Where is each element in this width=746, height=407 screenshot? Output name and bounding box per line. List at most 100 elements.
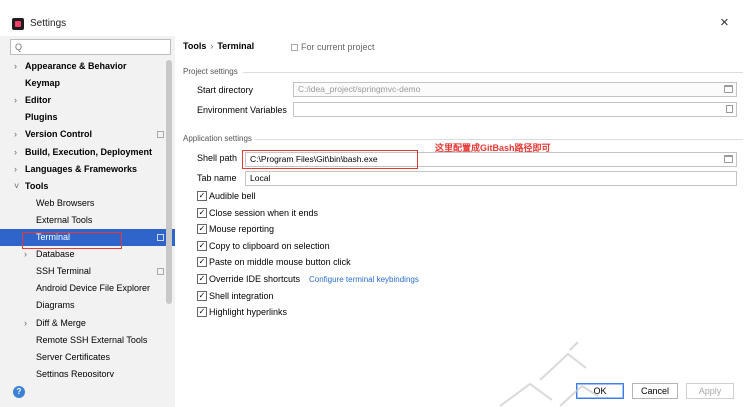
environment-variables-field[interactable] (293, 102, 737, 117)
sidebar-item-label: Build, Execution, Deployment (25, 146, 153, 157)
watermark-graphic (499, 341, 599, 407)
project-scope-icon (157, 234, 164, 241)
shell-integration-label[interactable]: Shell integration (209, 289, 274, 304)
sidebar-item-label: Web Browsers (36, 197, 95, 208)
breadcrumb-parent[interactable]: Tools (183, 41, 206, 51)
shell-integration-checkbox[interactable]: ✓ (197, 290, 207, 301)
audible-bell-label[interactable]: Audible bell (209, 189, 256, 204)
sidebar-item-diagrams[interactable]: Diagrams (0, 297, 175, 314)
help-icon[interactable]: ? (13, 386, 25, 398)
terminal-settings-panel: Tools › Terminal For current project Proje… (175, 36, 746, 377)
override-ide-shortcuts-label[interactable]: Override IDE shortcuts (209, 272, 300, 287)
project-scope-icon (157, 268, 164, 276)
project-settings-title: Project settings (183, 67, 238, 76)
sidebar-item-plugins[interactable]: Plugins (0, 109, 175, 126)
tab-name-value: Local (250, 173, 271, 183)
chevron-down-icon[interactable]: ˅ (14, 178, 19, 195)
sidebar-item-build-execution-deployment[interactable]: › Build, Execution, Deployment (0, 144, 175, 161)
override-ide-shortcuts-checkbox[interactable]: ✓ (197, 274, 207, 284)
chevron-right-icon[interactable]: › (14, 144, 17, 161)
sidebar-item-editor[interactable]: › Editor (0, 92, 175, 109)
sidebar-item-appearance-behavior[interactable]: › Appearance & Behavior (0, 58, 175, 75)
sidebar-item-label: Settings Repository (36, 368, 115, 377)
sidebar-item-label: Diff & Merge (36, 317, 86, 328)
sidebar-item-label: Tools (25, 180, 49, 191)
tab-name-label: Tab name (197, 173, 237, 183)
sidebar-item-label: Android Device File Explorer (36, 283, 151, 294)
breadcrumb: Tools › Terminal (183, 41, 254, 51)
sidebar-item-label: External Tools (36, 214, 93, 225)
chevron-right-icon[interactable]: › (14, 161, 17, 178)
scope-indicator: For current project (291, 42, 375, 52)
sidebar-item-label: Remote SSH External Tools (36, 334, 148, 345)
sidebar-item-label: Languages & Frameworks (25, 163, 138, 174)
edit-variables-icon[interactable] (726, 105, 733, 113)
chevron-right-icon[interactable]: › (14, 58, 17, 75)
sidebar-item-server-certificates[interactable]: Server Certificates (0, 349, 175, 366)
sidebar-item-keymap[interactable]: Keymap (0, 75, 175, 92)
tab-name-field[interactable]: Local (245, 171, 737, 186)
terminal-highlight-box (22, 232, 122, 249)
sidebar-item-tools[interactable]: ˅ Tools (0, 178, 175, 195)
highlight-hyperlinks-checkbox[interactable]: ✓ (197, 307, 207, 318)
breadcrumb-separator: › (210, 41, 214, 51)
scope-label: For current project (301, 42, 375, 52)
sidebar-item-android-device-file-explorer[interactable]: Android Device File Explorer (0, 280, 175, 297)
application-settings-divider (255, 139, 743, 140)
chevron-right-icon[interactable]: › (14, 92, 17, 109)
search-input[interactable]: Q (10, 39, 171, 55)
folder-icon[interactable] (724, 85, 733, 93)
paste-on-middle-mouse-button-click-checkbox[interactable]: ✓ (197, 257, 207, 268)
close-session-when-it-ends-label[interactable]: Close session when it ends (209, 206, 318, 221)
sidebar-item-label: Plugins (25, 112, 58, 123)
search-icon: Q (15, 42, 23, 52)
breadcrumb-current: Terminal (217, 41, 255, 51)
project-scope-icon (157, 131, 164, 139)
close-icon[interactable]: × (720, 15, 729, 31)
dialog-footer: ? OK Cancel Apply (0, 377, 746, 407)
sidebar-item-label: Appearance & Behavior (25, 61, 127, 71)
sidebar-item-languages-frameworks[interactable]: › Languages & Frameworks (0, 161, 175, 178)
footer-left-area (0, 377, 175, 407)
shell-path-label: Shell path (197, 153, 238, 163)
mouse-reporting-checkbox[interactable]: ✓ (197, 224, 207, 235)
sidebar-item-remote-ssh-external-tools[interactable]: Remote SSH External Tools (0, 332, 175, 349)
highlight-hyperlinks-label[interactable]: Highlight hyperlinks (209, 305, 287, 320)
mouse-reporting-label[interactable]: Mouse reporting (209, 222, 274, 237)
start-directory-label: Start directory (197, 85, 254, 95)
sidebar-item-label: Diagrams (36, 300, 75, 311)
audible-bell-checkbox[interactable]: ✓ (197, 191, 207, 201)
project-settings-divider (243, 72, 743, 73)
sidebar-item-label: SSH Terminal (36, 266, 91, 277)
configure-keybindings-link[interactable]: Configure terminal keybindings (309, 272, 419, 287)
folder-icon[interactable] (724, 155, 733, 163)
cancel-button[interactable]: Cancel (632, 383, 678, 399)
start-directory-field[interactable]: C:/idea_project/springmvc-demo (293, 82, 737, 97)
settings-sidebar: Q › Appearance & Behavior Keymap › Editor Plu… (0, 36, 175, 377)
sidebar-item-web-browsers[interactable]: Web Browsers (0, 195, 175, 212)
sidebar-item-label: Editor (25, 95, 51, 106)
window-title: Settings (30, 18, 67, 29)
paste-on-middle-mouse-button-click-label[interactable]: Paste on middle mouse button click (209, 255, 351, 270)
application-settings-title: Application settings (183, 134, 252, 143)
sidebar-item-external-tools[interactable]: External Tools (0, 212, 175, 229)
chevron-right-icon[interactable]: › (24, 315, 27, 332)
sidebar-item-ssh-terminal[interactable]: SSH Terminal (0, 263, 175, 280)
start-directory-value: C:/idea_project/springmvc-demo (298, 84, 421, 94)
title-bar: Settings × (0, 14, 746, 36)
shell-path-highlight-box (242, 150, 418, 169)
chevron-right-icon[interactable]: › (14, 126, 17, 143)
apply-button[interactable]: Apply (686, 383, 734, 399)
copy-to-clipboard-on-selection-label[interactable]: Copy to clipboard on selection (209, 239, 330, 254)
sidebar-scrollbar[interactable] (166, 60, 172, 304)
project-scope-icon (291, 44, 298, 51)
sidebar-item-label: Server Certificates (36, 351, 111, 362)
sidebar-item-label: Keymap (25, 78, 61, 89)
sidebar-item-label: Version Control (25, 129, 93, 140)
copy-to-clipboard-on-selection-checkbox[interactable]: ✓ (197, 240, 207, 251)
sidebar-item-diff-merge[interactable]: › Diff & Merge (0, 315, 175, 332)
sidebar-item-settings-repository[interactable]: Settings Repository (0, 366, 175, 377)
close-session-when-it-ends-checkbox[interactable]: ✓ (197, 207, 207, 218)
sidebar-item-version-control[interactable]: › Version Control (0, 126, 175, 143)
environment-variables-label: Environment Variables (197, 105, 287, 115)
